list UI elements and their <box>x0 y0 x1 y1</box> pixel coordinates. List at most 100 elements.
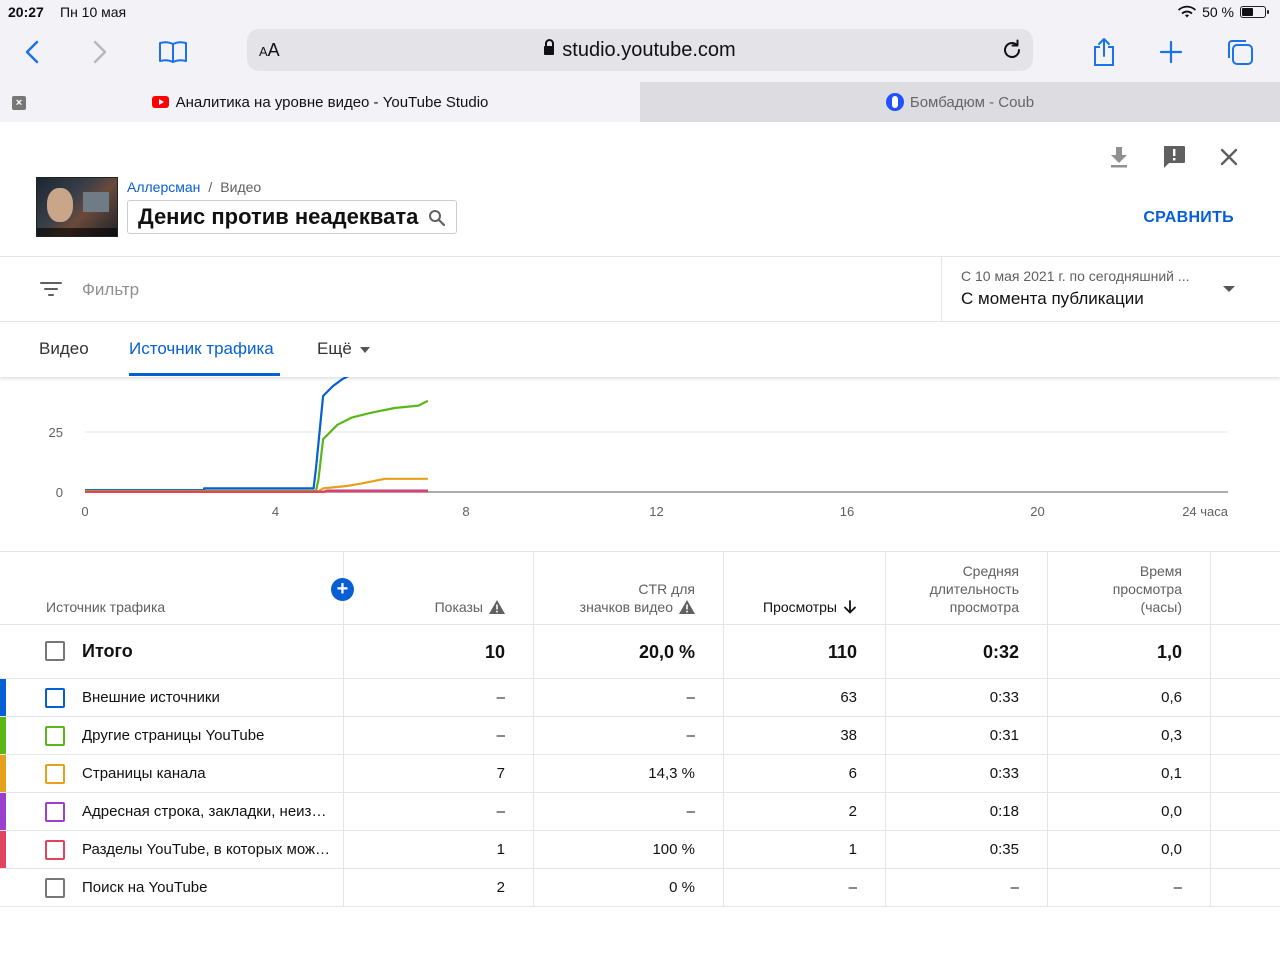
row-checkbox[interactable] <box>45 726 65 746</box>
total-avg-duration: 0:32 <box>982 642 1019 662</box>
url-text[interactable]: studio.youtube.com <box>247 39 1033 62</box>
table-row[interactable]: Разделы YouTube, в которых мож… 1 100 % 1 0:… <box>0 831 1280 869</box>
lock-icon <box>544 39 555 55</box>
avg-duration-cell: 0:31 <box>886 717 1048 754</box>
date-range-picker[interactable]: С 10 мая 2021 г. по сегодняшний ... С мо… <box>941 257 1280 322</box>
source-label[interactable]: Поиск на YouTube <box>82 879 207 896</box>
table-row[interactable]: Поиск на YouTube 2 0 % – – – <box>0 869 1280 907</box>
breadcrumb-channel-link[interactable]: Аллерсман <box>127 179 200 195</box>
header-watch-time: Время просмотра (часы) <box>1113 562 1182 616</box>
tab-more-label: Ещё <box>317 339 352 358</box>
source-cell: Разделы YouTube, в которых мож… <box>0 831 344 868</box>
views-value: 63 <box>840 689 857 706</box>
header-watch-time-cell[interactable]: Время просмотра (часы) <box>1048 552 1211 624</box>
sort-arrow-down-icon <box>844 600 856 614</box>
source-cell: Другие страницы YouTube <box>0 717 344 754</box>
traffic-chart: 0 25 0 4 8 12 16 20 24 часа <box>49 377 1229 519</box>
download-icon[interactable] <box>1099 137 1139 177</box>
header-avd-line3: просмотра <box>949 599 1019 615</box>
header-source[interactable]: Источник трафика <box>46 598 165 616</box>
row-checkbox[interactable] <box>45 802 65 822</box>
header-views-label: Просмотры <box>763 599 837 615</box>
table-row[interactable]: Адресная строка, закладки, неизв… – – 2 0:18… <box>0 793 1280 831</box>
impressions-cell: 2 <box>344 869 534 906</box>
filter-icon[interactable] <box>40 281 62 297</box>
source-label[interactable]: Страницы канала <box>82 765 206 782</box>
search-icon[interactable] <box>428 209 446 227</box>
row-checkbox[interactable] <box>45 878 65 898</box>
video-picker[interactable]: Денис против неадеквата <box>127 200 458 234</box>
series-color-bar <box>0 679 6 716</box>
watch-time-value: 0,0 <box>1161 803 1182 820</box>
warning-icon[interactable] <box>489 600 505 614</box>
watch-time-value: 0,6 <box>1161 689 1182 706</box>
row-checkbox[interactable] <box>45 764 65 784</box>
source-label[interactable]: Разделы YouTube, в которых мож… <box>82 841 330 858</box>
row-checkbox[interactable] <box>45 840 65 860</box>
tab-traffic-source[interactable]: Источник трафика <box>129 339 274 359</box>
total-checkbox[interactable] <box>45 641 65 661</box>
table-row[interactable]: Страницы канала 7 14,3 % 6 0:33 0,1 <box>0 755 1280 793</box>
ctr-value: 14,3 % <box>648 765 695 782</box>
video-thumbnail[interactable] <box>36 177 118 237</box>
date-range-detail: С 10 мая 2021 г. по сегодняшний ... <box>961 268 1190 284</box>
watch-time-cell: – <box>1048 869 1211 906</box>
source-label[interactable]: Внешние источники <box>82 689 220 706</box>
forward-icon[interactable] <box>80 32 120 72</box>
table-row[interactable]: Другие страницы YouTube – – 38 0:31 0,3 <box>0 717 1280 755</box>
reload-icon[interactable] <box>999 37 1025 63</box>
series-line-1 <box>85 377 349 492</box>
header-ctr-cell[interactable]: CTR для значков видео <box>534 552 724 624</box>
total-label: Итого <box>82 641 133 661</box>
series-color-bar <box>0 831 6 868</box>
header-avg-duration-cell[interactable]: Средняя длительность просмотра <box>886 552 1048 624</box>
avg-duration-cell: 0:18 <box>886 793 1048 830</box>
compare-button[interactable]: СРАВНИТЬ <box>1143 209 1234 227</box>
tab-more[interactable]: Ещё <box>317 339 370 359</box>
source-label[interactable]: Адресная строка, закладки, неизв… <box>82 803 334 820</box>
header-wt-line1: Время <box>1139 563 1182 579</box>
caret-down-icon <box>359 346 370 353</box>
avg-duration-value: 0:18 <box>989 803 1019 820</box>
report-tabs: Видео Источник трафика Ещё <box>0 322 1280 377</box>
share-icon[interactable] <box>1084 32 1124 72</box>
views-value: 1 <box>848 841 857 858</box>
watch-time-cell: 0,0 <box>1048 793 1211 830</box>
bookmarks-icon[interactable] <box>153 32 193 72</box>
total-avd-cell: 0:32 <box>886 625 1048 678</box>
avg-duration-value: 0:33 <box>989 689 1019 706</box>
tab-close-icon[interactable]: × <box>12 96 26 110</box>
views-value: 2 <box>848 803 857 820</box>
impressions-value: – <box>496 727 505 744</box>
ctr-value: – <box>686 689 695 706</box>
avg-duration-value: 0:33 <box>989 765 1019 782</box>
ctr-cell: – <box>534 793 724 830</box>
filter-input[interactable]: Фильтр <box>82 280 139 300</box>
back-icon[interactable] <box>12 32 52 72</box>
watch-time-value: 0,0 <box>1161 841 1182 858</box>
source-label[interactable]: Другие страницы YouTube <box>82 727 264 744</box>
status-date: Пн 10 мая <box>60 4 127 20</box>
address-bar[interactable]: AA studio.youtube.com <box>247 29 1033 71</box>
header-wt-line2: просмотра <box>1112 581 1182 597</box>
warning-icon[interactable] <box>679 600 695 614</box>
tabs-overview-icon[interactable] <box>1220 32 1260 72</box>
table-row[interactable]: Внешние источники – – 63 0:33 0,6 <box>0 679 1280 717</box>
avg-duration-cell: – <box>886 869 1048 906</box>
avg-duration-cell: 0:33 <box>886 679 1048 716</box>
new-tab-icon[interactable] <box>1151 32 1191 72</box>
x-tick-label: 0 <box>81 504 88 519</box>
row-checkbox[interactable] <box>45 688 65 708</box>
header-impressions-cell[interactable]: Показы <box>344 552 534 624</box>
impressions-value: 2 <box>496 879 505 896</box>
header-views-cell[interactable]: Просмотры <box>724 552 886 624</box>
browser-tab-coub[interactable]: Бомбадюм - Coub <box>640 82 1280 122</box>
browser-tab-youtube-studio[interactable]: × Аналитика на уровне видео - YouTube St… <box>0 82 640 122</box>
watch-time-cell: 0,6 <box>1048 679 1211 716</box>
table-total-row: Итого 10 20,0 % 110 0:32 1,0 <box>0 625 1280 679</box>
close-icon[interactable] <box>1209 137 1249 177</box>
status-right: 50 % <box>1178 4 1269 20</box>
feedback-icon[interactable] <box>1154 137 1194 177</box>
avg-duration-value: 0:31 <box>989 727 1019 744</box>
tab-video[interactable]: Видео <box>39 339 89 359</box>
